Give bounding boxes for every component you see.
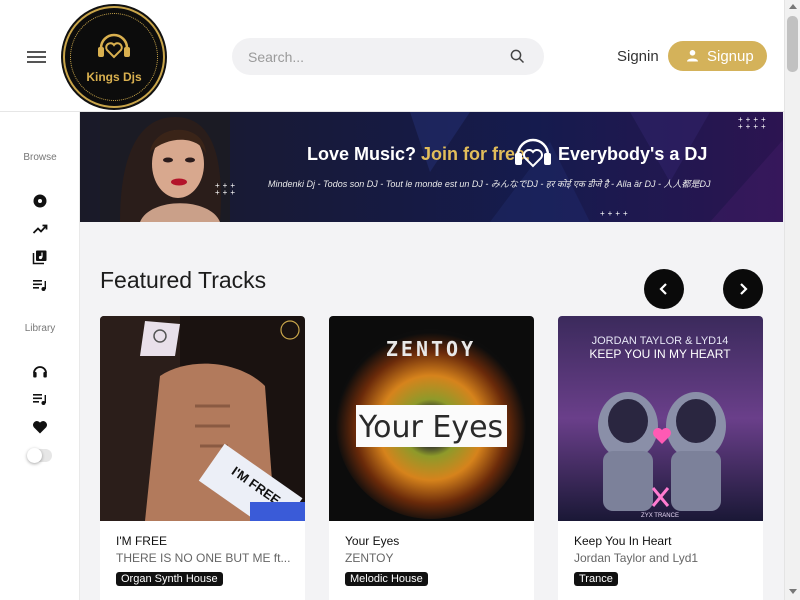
carousel-prev-button[interactable] [644,269,684,309]
hamburger-menu-icon[interactable] [27,51,46,63]
svg-text:ZYX TRANCE: ZYX TRANCE [641,513,679,519]
logo-headphones-icon [98,33,130,59]
search-input[interactable] [248,38,498,75]
track-title: I'M FREE [116,534,167,548]
toggle-knob [27,448,42,463]
top-header: Kings Djs Signin Signup [0,0,784,112]
sidebar-browse-heading: Browse [23,152,57,163]
svg-text:Your Eyes: Your Eyes [358,410,503,445]
scroll-down-arrow-icon[interactable] [789,589,797,594]
featured-tracks-heading: Featured Tracks [100,267,267,293]
chevron-right-icon [740,283,748,295]
track-artist: THERE IS NO ONE BUT ME ft... [116,551,291,565]
dj-woman-image [100,112,230,222]
sidebar-library-heading: Library [24,323,56,334]
track-artwork: JORDAN TAYLOR & LYD14 KEEP YOU IN MY HEA… [558,316,763,521]
promo-banner[interactable]: ++++ ++++ +++ +++ ++++ Love Music? Join fo… [80,112,783,222]
page-scrollbar[interactable] [784,0,800,600]
sidebar: Browse Library [0,112,80,600]
theme-toggle[interactable] [27,448,52,463]
banner-title: Love Music? Join for free. [307,144,531,164]
disc-icon[interactable] [32,193,48,209]
banner-tagline: Everybody's a DJ [558,144,708,164]
track-card[interactable]: JORDAN TAYLOR & LYD14 KEEP YOU IN MY HEA… [558,316,763,600]
track-artwork: I'M FREE [100,316,305,521]
track-title: Your Eyes [345,534,400,548]
signin-link[interactable]: Signin [617,48,659,65]
track-artist: Jordan Taylor and Lyd1 [574,551,699,565]
headphones-icon[interactable] [32,363,48,379]
logo-text: Kings Djs [86,70,142,84]
heart-icon[interactable] [32,419,48,435]
signup-label: Signup [707,48,754,65]
track-card[interactable]: ZENTOY Your Eyes Your Eyes ZENTOY Melodi… [329,316,534,600]
queue-music-icon[interactable] [32,391,48,407]
scrollbar-thumb[interactable] [787,16,798,72]
scroll-up-arrow-icon[interactable] [789,4,797,9]
trending-icon[interactable] [32,221,48,237]
genre-badge[interactable]: Trance [574,572,618,586]
carousel-next-button[interactable] [723,269,763,309]
svg-text:ZENTOY: ZENTOY [386,337,476,361]
banner-subtitle: Mindenki Dj - Todos son DJ - Tout le mon… [268,179,711,189]
user-icon [687,50,698,62]
track-card[interactable]: I'M FREE I'M FREE THERE IS NO ONE BUT ME… [100,316,305,600]
genre-badge[interactable]: Melodic House [345,572,428,586]
library-music-icon[interactable] [32,249,48,265]
search-bar[interactable] [232,38,544,75]
svg-text:JORDAN TAYLOR & LYD14: JORDAN TAYLOR & LYD14 [592,335,729,347]
track-artist: ZENTOY [345,551,394,565]
signup-button[interactable]: Signup [668,41,767,71]
svg-text:KEEP YOU IN MY HEART: KEEP YOU IN MY HEART [589,347,731,361]
track-artwork: ZENTOY Your Eyes [329,316,534,521]
search-icon[interactable] [510,49,525,64]
track-title: Keep You In Heart [574,534,672,548]
genre-badge[interactable]: Organ Synth House [116,572,223,586]
playlist-icon[interactable] [32,277,48,293]
banner-headphones-icon [515,138,551,168]
kings-djs-logo[interactable]: Kings Djs [63,6,165,108]
chevron-left-icon [659,283,667,295]
